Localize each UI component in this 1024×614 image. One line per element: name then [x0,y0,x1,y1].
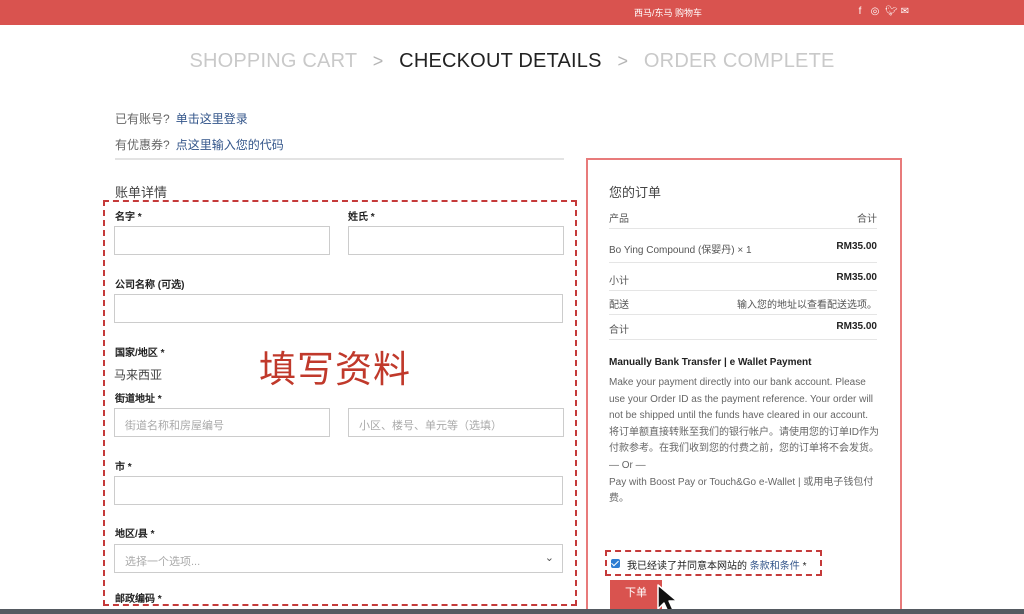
terms-label: 我已经读了并同意本网站的 条款和条件 * [627,557,806,572]
total-value: RM35.00 [836,321,877,332]
state-label-text: 地区/县 [115,529,148,540]
chevron-right-icon: > [372,51,384,71]
street-label: 街道地址 * [115,390,162,405]
last-name-label: 姓氏 * [348,208,375,223]
bottom-bar [0,609,1024,614]
first-name-label-text: 名字 [115,212,135,223]
divider [609,339,877,340]
payment-method-title: Manually Bank Transfer | e Wallet Paymen… [609,357,812,368]
country-label: 国家/地区 * [115,344,164,359]
required-mark: * [157,594,162,605]
top-nav-cart-link[interactable]: 西马/东马 购物车 [634,6,702,19]
state-label: 地区/县 * [115,525,154,540]
order-header-row: 产品 合计 [609,210,877,225]
step-shopping-cart[interactable]: SHOPPING CART [189,50,356,72]
state-select-value: 选择一个选项... [125,556,201,568]
country-label-text: 国家/地区 [115,348,158,359]
instagram-icon[interactable]: ◎ [870,6,880,18]
required-mark: * [157,394,162,405]
divider [609,262,877,263]
facebook-icon[interactable]: f [855,6,865,18]
shipping-label: 配送 [609,300,629,311]
step-order-complete: ORDER COMPLETE [643,50,835,72]
shipping-row: 配送 输入您的地址以查看配送选项。 [609,296,877,311]
billing-title: 账单详情 [115,185,168,200]
required-mark: * [127,462,132,473]
coupon-link[interactable]: 点这里输入您的代码 [176,138,284,152]
order-item-row: Bo Ying Compound (保婴丹) × 1 RM35.00 [609,241,877,256]
coupon-notice: 有优惠券? 点这里输入您的代码 [115,136,284,153]
first-name-label: 名字 * [115,208,142,223]
col-total: 合计 [857,214,877,225]
company-field[interactable] [114,294,563,323]
divider [115,158,564,160]
city-field[interactable] [114,476,563,505]
first-name-field[interactable] [114,226,330,255]
total-label: 合计 [609,325,629,336]
item-price: RM35.00 [836,241,877,252]
state-select[interactable]: 选择一个选项... ⌄ [114,544,563,573]
subtotal-label: 小计 [609,276,629,287]
divider [609,290,877,291]
terms-link[interactable]: 条款和条件 [750,561,800,572]
required-mark: * [160,348,165,359]
subtotal-row: 小计 RM35.00 [609,272,877,287]
subtotal-value: RM35.00 [836,272,877,283]
street-label-text: 街道地址 [115,394,155,405]
terms-text: 我已经读了并同意本网站的 [627,561,747,572]
item-name: Bo Ying Compound (保婴丹) × 1 [609,245,752,256]
street-address-2-field[interactable]: 小区、楼号、单元等（选填） [348,408,564,437]
chevron-down-icon: ⌄ [544,552,554,564]
col-product: 产品 [609,214,629,225]
terms-checkbox[interactable] [611,559,620,568]
payment-method-description: Make your payment directly into our bank… [609,377,879,505]
twitter-icon[interactable]: 🐦︎ [885,6,898,18]
country-value: 马来西亚 [114,368,163,382]
coupon-notice-label: 有优惠券? [115,138,170,152]
city-label-text: 市 [115,462,125,473]
total-row: 合计 RM35.00 [609,321,877,336]
required-mark: * [802,561,807,572]
city-label: 市 * [115,458,132,473]
postcode-label: 邮政编码 * [115,590,162,605]
required-mark: * [137,212,142,223]
top-bar: 西马/东马 购物车 f ◎ 🐦︎ ✉ [0,0,1024,25]
shipping-value: 输入您的地址以查看配送选项。 [737,300,877,311]
annotation-fill-info: 填写资料 [259,349,411,390]
last-name-label-text: 姓氏 [348,212,368,223]
login-notice: 已有账号? 单击这里登录 [115,110,248,127]
login-notice-label: 已有账号? [115,112,170,126]
last-name-field[interactable] [348,226,564,255]
company-label: 公司名称 (可选) [115,280,185,291]
divider [609,228,877,229]
login-link[interactable]: 单击这里登录 [176,112,248,126]
step-checkout-details: CHECKOUT DETAILS [399,50,602,72]
street-address-field[interactable]: 街道名称和房屋编号 [114,408,330,437]
social-links: f ◎ 🐦︎ ✉ [855,6,910,18]
postcode-label-text: 邮政编码 [115,594,155,605]
mail-icon[interactable]: ✉ [900,6,910,18]
chevron-right-icon: > [617,51,629,71]
order-title: 您的订单 [609,185,662,200]
divider [609,314,877,315]
required-mark: * [150,529,155,540]
checkout-steps: SHOPPING CART > CHECKOUT DETAILS > ORDER… [0,50,1024,73]
required-mark: * [370,212,375,223]
